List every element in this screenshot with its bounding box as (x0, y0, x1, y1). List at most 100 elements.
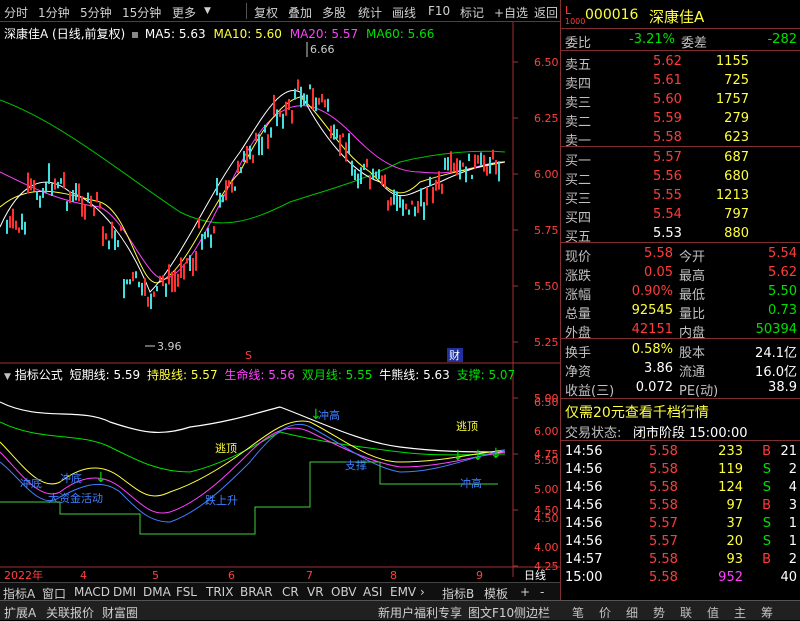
panel-tab-icon[interactable]: 主 (734, 604, 746, 621)
tick-row[interactable]: 14:56 5.58 97 B 3 (561, 497, 800, 515)
buy-row[interactable]: 买四 5.54 797 (561, 206, 800, 226)
candle (87, 192, 89, 203)
tick-row[interactable]: 14:56 5.58 119 S 2 (561, 461, 800, 479)
chevron-down-icon[interactable]: ▼ (204, 6, 211, 16)
tick-row[interactable]: 14:57 5.58 93 B 2 (561, 551, 800, 569)
panel-tab-icon[interactable]: 值 (707, 604, 719, 621)
tab-brar[interactable]: BRAR (240, 585, 273, 599)
statistics-button[interactable]: 统计 (358, 4, 382, 21)
tab-fsl[interactable]: FSL (176, 585, 197, 599)
add-watchlist-button[interactable]: +自选 (494, 4, 528, 21)
buy-row[interactable]: 买二 5.56 680 (561, 168, 800, 188)
candle (90, 195, 92, 207)
sell-row[interactable]: 卖五 5.62 1155 (561, 53, 800, 73)
tick-row[interactable]: 14:56 5.57 20 S 1 (561, 533, 800, 551)
panel-tab-icon[interactable]: 细 (626, 604, 638, 621)
mark-button[interactable]: 标记 (460, 4, 484, 21)
minus-icon[interactable]: - (540, 585, 544, 599)
candle (213, 226, 215, 234)
wealth-circle-button[interactable]: 财富圈 (102, 604, 138, 621)
tab-asi[interactable]: ASI (363, 585, 382, 599)
indicator-line-1 (0, 401, 506, 453)
sell-row[interactable]: 卖一 5.58 623 (561, 129, 800, 149)
candle (162, 275, 164, 287)
stat-row[interactable]: 现价 5.58 今开 5.54 (561, 245, 800, 265)
tab-5min[interactable]: 5分钟 (80, 4, 112, 21)
stat-row[interactable]: 总量 92545 量比 0.73 (561, 302, 800, 322)
sell-row[interactable]: 卖三 5.60 1757 (561, 91, 800, 111)
candle (216, 177, 218, 196)
tick-row[interactable]: 14:56 5.58 233 B 21 (561, 443, 800, 461)
stat-row[interactable]: 涨幅 0.90% 最低 5.50 (561, 283, 800, 303)
restore-rights-button[interactable]: 复权 (254, 4, 278, 21)
candle (390, 197, 392, 206)
buy-row[interactable]: 买三 5.55 1213 (561, 187, 800, 207)
stat2-row[interactable]: 换手 0.58% 股本 24.1亿 (561, 341, 800, 361)
tab-cr[interactable]: CR (282, 585, 299, 599)
chart-area[interactable]: 深康佳A (日线,前复权) MA5: 5.63 MA10: 5.60 MA20:… (0, 22, 560, 597)
tab-1min[interactable]: 1分钟 (38, 4, 70, 21)
candle (57, 181, 59, 189)
month-label: 5 (152, 569, 159, 582)
tab-timeshare[interactable]: 分时 (4, 4, 28, 21)
candle (18, 227, 20, 233)
tab-macd[interactable]: MACD (74, 585, 110, 599)
promo-banner[interactable]: 仅需20元查看千档行情 (561, 401, 800, 421)
draw-line-button[interactable]: 画线 (392, 4, 416, 21)
stat-row[interactable]: 外盘 42151 内盘 50394 (561, 321, 800, 341)
f10-graphic-button[interactable]: 图文F10 (468, 604, 514, 621)
tick-row[interactable]: 14:56 5.58 124 S 4 (561, 479, 800, 497)
panel-tab-icon[interactable]: 笔 (572, 604, 584, 621)
tab-emv[interactable]: EMV (390, 585, 416, 599)
related-quote-button[interactable]: 关联报价 (46, 604, 94, 621)
buy-row[interactable]: 买一 5.57 687 (561, 149, 800, 169)
candle (384, 174, 386, 188)
panel-tab-icon[interactable]: 筹 (761, 604, 773, 621)
tab-vr[interactable]: VR (307, 585, 324, 599)
candle (426, 187, 428, 206)
back-button[interactable]: 返回 (534, 4, 558, 21)
new-user-welfare[interactable]: 新用户福利专享 (378, 604, 462, 621)
tab-dmi[interactable]: DMI (113, 585, 136, 599)
tab-dma[interactable]: DMA (143, 585, 171, 599)
candle (468, 153, 470, 162)
tab-trix[interactable]: TRIX (206, 585, 233, 599)
candlestick-chart[interactable]: 6.506.256.005.755.505.255.004.754.504.25… (0, 22, 560, 582)
candle (48, 163, 50, 184)
panel-tab-icon[interactable]: 势 (653, 604, 665, 621)
candle (21, 213, 23, 230)
stat2-row[interactable]: 净资 3.86 流通 16.0亿 (561, 360, 800, 380)
stat-row[interactable]: 涨跌 0.05 最高 5.62 (561, 264, 800, 284)
multi-stock-button[interactable]: 多股 (322, 4, 346, 21)
candle (483, 154, 485, 172)
stat2-row[interactable]: 收益(三) 0.072 PE(动) 38.9 (561, 379, 800, 399)
more-menu[interactable]: 更多 (172, 4, 196, 21)
low-marker: 3.96 (157, 340, 182, 353)
candle (279, 110, 281, 117)
candle (330, 125, 332, 139)
tick-row[interactable]: 14:56 5.57 37 S 1 (561, 515, 800, 533)
panel-tab-icon[interactable]: 价 (599, 604, 611, 621)
buy-row[interactable]: 买五 5.53 880 (561, 225, 800, 245)
sidebar-button[interactable]: 侧边栏 (514, 604, 550, 621)
candle (150, 293, 152, 310)
candle (342, 133, 344, 138)
chart-toolbar: 分时 1分钟 5分钟 15分钟 更多 ▼ 复权 叠加 多股 统计 画线 F10 … (0, 0, 560, 22)
tick-row[interactable]: 15:00 5.58 952 40 (561, 569, 800, 587)
f10-button[interactable]: F10 (428, 4, 450, 18)
candle (471, 174, 473, 180)
chevron-down-icon[interactable]: ▼ (4, 372, 11, 382)
indicator-title[interactable]: 指标公式 (15, 368, 63, 382)
sell-row[interactable]: 卖四 5.61 725 (561, 72, 800, 92)
candle (231, 181, 233, 193)
panel-tab-icon[interactable]: 联 (680, 604, 692, 621)
chevron-right-icon[interactable]: › (420, 585, 425, 599)
tab-15min[interactable]: 15分钟 (122, 4, 161, 21)
candle (291, 110, 293, 124)
overlay-button[interactable]: 叠加 (288, 4, 312, 21)
tab-obv[interactable]: OBV (331, 585, 357, 599)
sell-row[interactable]: 卖二 5.59 279 (561, 110, 800, 130)
plus-icon[interactable]: + (520, 585, 530, 599)
candle (489, 156, 491, 174)
expand-button[interactable]: 扩展A (4, 604, 36, 621)
